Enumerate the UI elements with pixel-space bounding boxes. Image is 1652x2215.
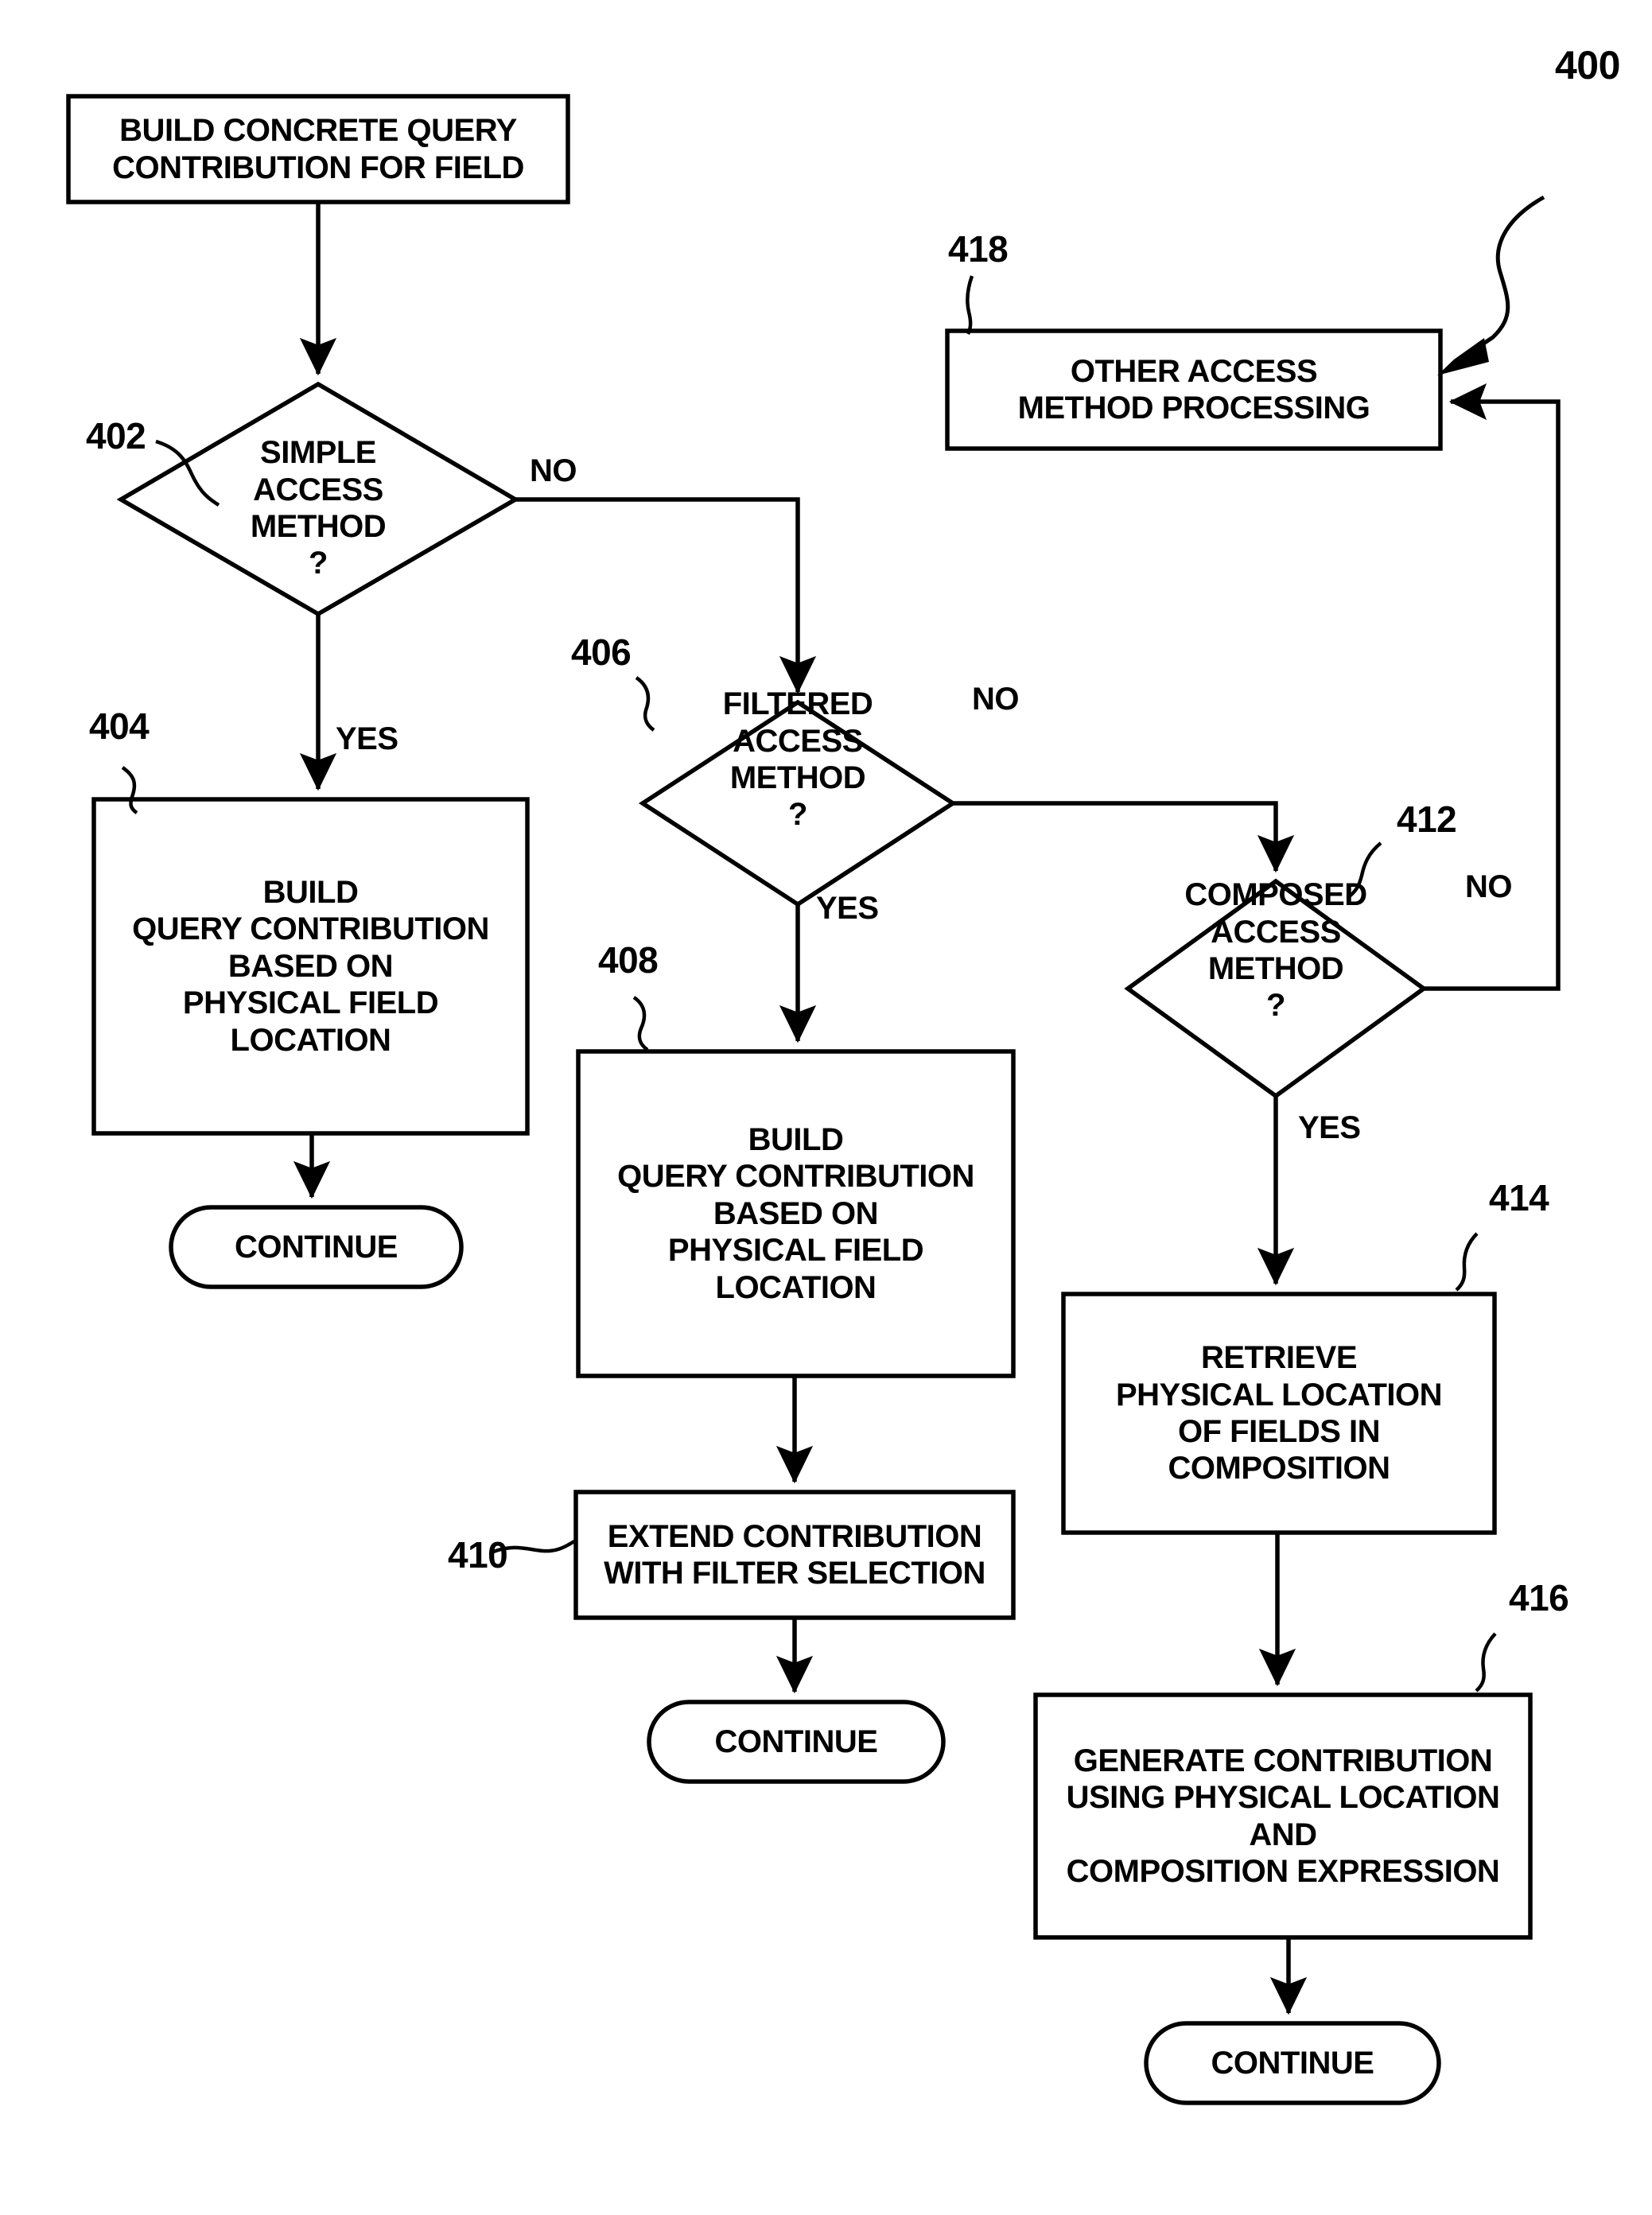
figure-400-pointer — [1464, 195, 1545, 358]
leader-406 — [635, 676, 655, 732]
leader-418 — [966, 275, 974, 336]
shape-start-box — [66, 94, 570, 204]
edge-label-406-no: NO — [972, 682, 1020, 717]
figure-400-arrowhead — [1437, 338, 1489, 375]
ref-number-418: 418 — [948, 228, 1009, 270]
shape-416-box — [1033, 1692, 1533, 1940]
edge-label-402-no: NO — [530, 453, 577, 488]
shape-412-diamond — [1124, 878, 1428, 1099]
patent-figure-page: 400 BUILD CONCRETE QUERY CONTRIBUTION FO… — [0, 0, 1652, 2215]
shape-404-box — [91, 797, 530, 1136]
edge-label-402-yes: YES — [336, 721, 398, 756]
shape-406-diamond — [638, 699, 958, 907]
leader-414 — [1455, 1232, 1479, 1292]
shape-404-continue — [169, 1205, 464, 1289]
leader-412 — [1346, 841, 1382, 900]
ref-number-408: 408 — [598, 939, 659, 981]
shape-410-box — [573, 1490, 1016, 1620]
shape-416-continue — [1144, 2021, 1441, 2105]
ref-number-412: 412 — [1397, 799, 1457, 840]
edge-402-no-to-406 — [515, 497, 817, 694]
ref-number-402: 402 — [86, 415, 146, 457]
ref-number-406: 406 — [571, 631, 632, 673]
shape-402-diamond — [116, 381, 520, 617]
edge-label-412-no: NO — [1465, 869, 1513, 904]
edge-label-412-yes: YES — [1298, 1110, 1361, 1145]
edge-label-406-yes: YES — [816, 891, 879, 926]
shape-414-box — [1061, 1292, 1497, 1535]
ref-number-416: 416 — [1509, 1577, 1569, 1619]
shape-418-box — [945, 328, 1443, 451]
shape-408-box — [576, 1049, 1016, 1378]
ref-number-414: 414 — [1489, 1177, 1549, 1218]
figure-number-400: 400 — [1555, 43, 1620, 87]
leader-416 — [1475, 1632, 1497, 1692]
shape-410-continue — [647, 1700, 946, 1784]
flowchart-canvas — [66, 94, 1561, 2105]
ref-number-404: 404 — [89, 705, 150, 747]
edge-406-no-to-412 — [953, 801, 1295, 873]
ref-number-410: 410 — [448, 1534, 508, 1576]
leader-408 — [632, 996, 649, 1051]
